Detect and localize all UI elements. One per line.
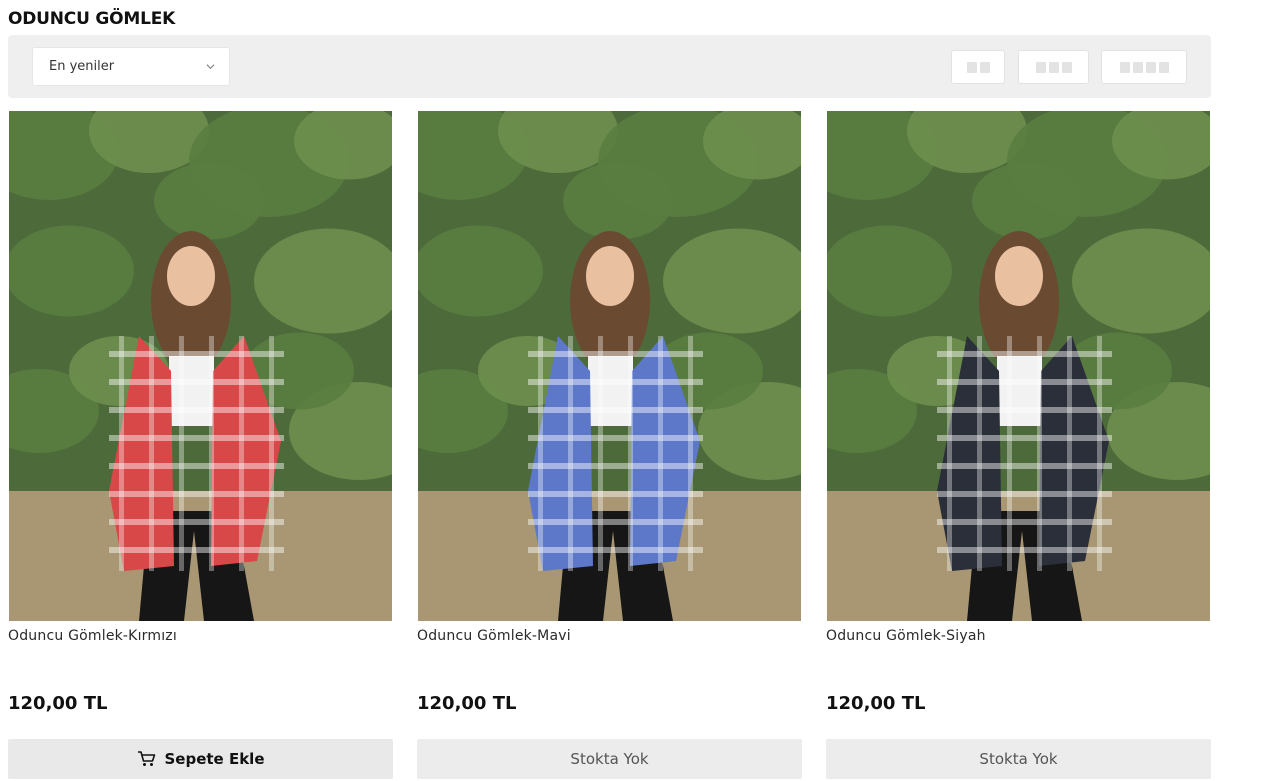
sort-selected-label: En yeniler <box>49 59 115 74</box>
product-card: Oduncu Gömlek-Kırmızı 120,00 TL Sepete E… <box>8 111 394 779</box>
grid-cell-icon <box>1061 61 1072 73</box>
out-of-stock-label: Stokta Yok <box>570 750 649 768</box>
product-image[interactable] <box>418 111 801 621</box>
product-image[interactable] <box>9 111 392 621</box>
page-title: ODUNCU GÖMLEK <box>8 9 176 29</box>
shopping-cart-icon <box>137 751 155 766</box>
sort-dropdown[interactable]: En yeniler <box>32 47 230 86</box>
grid-cell-icon <box>1132 61 1143 73</box>
out-of-stock-button[interactable]: Stokta Yok <box>826 739 1211 779</box>
product-name[interactable]: Oduncu Gömlek-Kırmızı <box>8 628 177 644</box>
grid-cell-icon <box>1048 61 1059 73</box>
product-name[interactable]: Oduncu Gömlek-Siyah <box>826 628 986 644</box>
grid-cell-icon <box>1035 61 1046 73</box>
product-price: 120,00 TL <box>8 693 108 714</box>
chevron-down-icon <box>206 64 215 70</box>
grid-2-column-button[interactable] <box>951 50 1005 84</box>
product-price: 120,00 TL <box>417 693 517 714</box>
product-card: Oduncu Gömlek-Mavi 120,00 TL Stokta Yok <box>417 111 803 779</box>
grid-cell-icon <box>1145 61 1156 73</box>
grid-4-column-button[interactable] <box>1101 50 1187 84</box>
product-toolbar: En yeniler <box>8 35 1211 98</box>
add-to-cart-button[interactable]: Sepete Ekle <box>8 739 393 779</box>
product-price: 120,00 TL <box>826 693 926 714</box>
grid-cell-icon <box>1158 61 1169 73</box>
grid-cell-icon <box>1119 61 1130 73</box>
grid-cell-icon <box>966 61 977 73</box>
product-name[interactable]: Oduncu Gömlek-Mavi <box>417 628 571 644</box>
grid-3-column-button[interactable] <box>1018 50 1089 84</box>
out-of-stock-button[interactable]: Stokta Yok <box>417 739 802 779</box>
grid-cell-icon <box>979 61 990 73</box>
out-of-stock-label: Stokta Yok <box>979 750 1058 768</box>
add-to-cart-label: Sepete Ekle <box>164 750 265 768</box>
product-card: Oduncu Gömlek-Siyah 120,00 TL Stokta Yok <box>826 111 1212 779</box>
product-image[interactable] <box>827 111 1210 621</box>
